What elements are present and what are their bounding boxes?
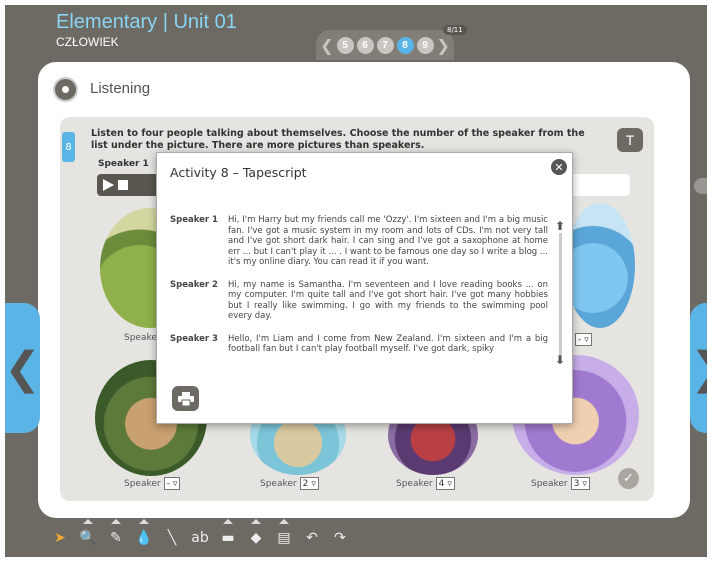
rectangle-icon[interactable]: ▬	[218, 519, 238, 548]
eraser-icon[interactable]: ◆	[246, 519, 266, 548]
scroll-down-icon[interactable]: ⬇	[555, 353, 565, 367]
side-menu-tab[interactable]	[694, 178, 707, 194]
line-icon[interactable]: ╲	[162, 528, 182, 548]
scrollbar-track[interactable]	[559, 233, 562, 355]
select-value: 3	[573, 478, 580, 489]
speaker-select-group: Speaker - ▿	[124, 477, 181, 490]
next-page-button[interactable]: ❯	[690, 303, 707, 433]
ink-drop-icon[interactable]: 💧	[134, 519, 154, 548]
select-value: 2	[302, 478, 309, 489]
audio-player	[97, 174, 159, 196]
page-count-badge: 8/11	[443, 25, 467, 35]
unit-title: Elementary | Unit 01	[56, 11, 237, 33]
chevron-down-icon: ▿	[447, 478, 452, 489]
tapescript-speaker: Speaker 1	[170, 215, 218, 225]
chevron-down-icon: ▿	[311, 478, 316, 489]
tapescript-button[interactable]: T	[617, 128, 643, 152]
speaker-label: Speaker	[531, 478, 568, 489]
pen-icon[interactable]: ✎	[106, 519, 126, 548]
select-value: -	[578, 334, 582, 345]
zoom-icon[interactable]: 🔍	[78, 519, 98, 548]
notes-icon[interactable]: ▤	[274, 519, 294, 548]
scroll-up-icon[interactable]: ⬆	[555, 219, 565, 233]
speaker-select-group: - ▿	[575, 333, 592, 346]
chevron-down-icon: ▿	[582, 478, 587, 489]
tool-options-caret-icon[interactable]	[223, 519, 233, 524]
picture-football-player	[565, 203, 635, 328]
speaker-1-label: Speaker 1	[98, 159, 149, 169]
tool-options-caret-icon[interactable]	[139, 519, 149, 524]
speaker-select[interactable]: 2 ▿	[299, 477, 319, 490]
tapescript-entry: Speaker 2 Hi, my name is Samantha. I'm s…	[170, 280, 548, 322]
play-icon[interactable]	[103, 179, 114, 191]
chevron-down-icon: ▿	[584, 334, 589, 345]
chevron-down-icon: ▿	[172, 478, 178, 489]
drawing-toolbar: ➤ 🔍 ✎ 💧 ╲ ab ▬ ◆ ▤ ↶ ↷	[50, 519, 350, 553]
tapescript-body: Speaker 1 Hi, I'm Harry but my friends c…	[170, 215, 548, 370]
check-answers-button[interactable]: ✓	[618, 468, 639, 489]
tool-options-caret-icon[interactable]	[251, 519, 261, 524]
speaker-select-group: Speaker 2 ▿	[260, 477, 319, 490]
close-icon[interactable]: ✕	[551, 159, 567, 175]
speaker-select-group: Speaker 4 ▿	[396, 477, 455, 490]
tool-options-caret-icon[interactable]	[83, 519, 93, 524]
speaker-select-group: Speake	[124, 333, 157, 343]
speaker-select-group: Speaker 3 ▿	[531, 477, 590, 490]
printer-icon	[177, 391, 194, 406]
stop-icon[interactable]	[118, 180, 128, 190]
select-value: -	[166, 478, 170, 489]
tapescript-dialog: Activity 8 – Tapescript ✕ Speaker 1 Hi, …	[156, 152, 573, 424]
unit-subtitle: CZŁOWIEK	[56, 35, 119, 49]
speaker-select[interactable]: 4 ▿	[435, 477, 455, 490]
activity-number-badge: 8	[62, 132, 75, 162]
tapescript-entry: Speaker 1 Hi, I'm Harry but my friends c…	[170, 215, 548, 268]
tapescript-text: Hello, I'm Liam and I come from New Zeal…	[228, 333, 548, 355]
redo-icon[interactable]: ↷	[330, 528, 350, 548]
prev-page-button[interactable]: ❮	[4, 303, 41, 433]
tool-options-caret-icon[interactable]	[279, 519, 289, 524]
dialog-title: Activity 8 – Tapescript	[170, 165, 307, 180]
tapescript-speaker: Speaker 2	[170, 279, 218, 290]
speaker-label: Speake	[124, 333, 157, 343]
text-tool-icon[interactable]: ab	[190, 528, 210, 548]
window-frame: Elementary | Unit 01 CZŁOWIEK ❮ 5 6 7 8 …	[0, 0, 712, 562]
pointer-icon[interactable]: ➤	[50, 528, 70, 548]
pager-prev-icon[interactable]: ❮	[320, 36, 333, 55]
speaker-select[interactable]: 3 ▿	[570, 477, 590, 490]
speaker-label: Speaker	[124, 478, 161, 489]
page-button[interactable]: 5	[336, 36, 354, 54]
tool-options-caret-icon[interactable]	[111, 519, 121, 524]
speaker-select[interactable]: - ▿	[163, 477, 181, 490]
activity-instruction: Listen to four people talking about them…	[91, 128, 585, 151]
listening-icon	[53, 77, 78, 102]
section-title: Listening	[90, 80, 151, 97]
page-button-active[interactable]: 8	[396, 36, 414, 54]
speaker-label: Speaker	[260, 478, 297, 489]
select-value: 4	[438, 478, 445, 489]
page-button[interactable]: 9	[416, 36, 434, 54]
undo-icon[interactable]: ↶	[302, 528, 322, 548]
page-navigator: ❮ 5 6 7 8 9 ❯	[316, 30, 454, 60]
tapescript-entry: Speaker 3 Hello, I'm Liam and I come fro…	[170, 334, 548, 355]
speaker-select[interactable]: - ▿	[575, 333, 592, 346]
page-button[interactable]: 7	[376, 36, 394, 54]
print-button[interactable]	[172, 386, 199, 411]
pager-next-icon[interactable]: ❯	[437, 36, 450, 55]
page-button[interactable]: 6	[356, 36, 374, 54]
tapescript-text: Hi, my name is Samantha. I'm seventeen a…	[228, 279, 548, 322]
speaker-label: Speaker	[396, 478, 433, 489]
tapescript-speaker: Speaker 3	[170, 333, 218, 344]
tapescript-text: Hi, I'm Harry but my friends call me 'Oz…	[228, 215, 548, 267]
